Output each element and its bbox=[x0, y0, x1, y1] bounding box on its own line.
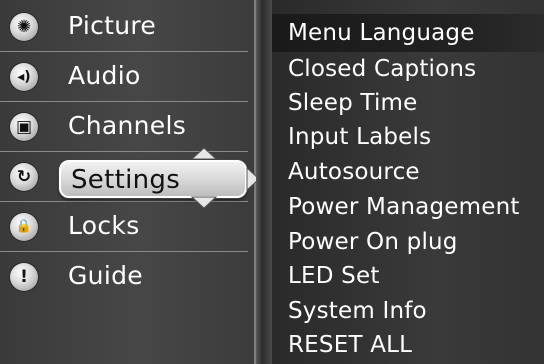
menu-item-channels[interactable]: ▣ Channels bbox=[0, 102, 248, 152]
panel-divider bbox=[256, 0, 272, 364]
menu-item-picture[interactable]: ✺ Picture bbox=[0, 2, 248, 52]
submenu-item-closed-captions[interactable]: Closed Captions bbox=[288, 52, 476, 86]
submenu-item-led-set[interactable]: LED Set bbox=[288, 259, 380, 293]
settings-icon: ↻ bbox=[10, 163, 38, 191]
settings-submenu: Menu Language Closed Captions Sleep Time… bbox=[272, 0, 544, 364]
channels-icon: ▣ bbox=[10, 113, 38, 141]
menu-item-label: Guide bbox=[68, 261, 143, 290]
tv-settings-screen: ✺ Picture ◂) Audio ▣ Channels ↻ 🔒 Locks … bbox=[0, 0, 544, 364]
main-menu: ✺ Picture ◂) Audio ▣ Channels ↻ 🔒 Locks … bbox=[0, 0, 260, 364]
submenu-item-menu-language[interactable]: Menu Language bbox=[288, 16, 475, 50]
submenu-item-sleep-time[interactable]: Sleep Time bbox=[288, 86, 418, 120]
selected-menu-label: Settings bbox=[71, 165, 181, 195]
menu-item-guide[interactable]: ! Guide bbox=[0, 252, 248, 302]
menu-item-label: Locks bbox=[68, 211, 140, 240]
submenu-item-system-info[interactable]: System Info bbox=[288, 294, 427, 328]
audio-icon: ◂) bbox=[10, 63, 38, 91]
submenu-item-power-on-plug[interactable]: Power On plug bbox=[288, 225, 458, 259]
menu-item-label: Picture bbox=[68, 11, 157, 40]
guide-icon: ! bbox=[10, 263, 38, 291]
arrow-up-icon bbox=[190, 147, 218, 160]
submenu-item-power-management[interactable]: Power Management bbox=[288, 190, 520, 224]
settings-selected-pill[interactable]: Settings bbox=[59, 160, 247, 198]
menu-item-label: Channels bbox=[68, 111, 187, 140]
menu-item-label: Audio bbox=[68, 61, 141, 90]
lock-icon: 🔒 bbox=[10, 213, 38, 241]
submenu-item-reset-all[interactable]: RESET ALL bbox=[288, 328, 412, 362]
arrow-down-icon bbox=[190, 196, 218, 209]
picture-icon: ✺ bbox=[10, 13, 38, 41]
menu-item-audio[interactable]: ◂) Audio bbox=[0, 52, 248, 102]
submenu-item-autosource[interactable]: Autosource bbox=[288, 155, 420, 189]
submenu-item-input-labels[interactable]: Input Labels bbox=[288, 120, 431, 154]
